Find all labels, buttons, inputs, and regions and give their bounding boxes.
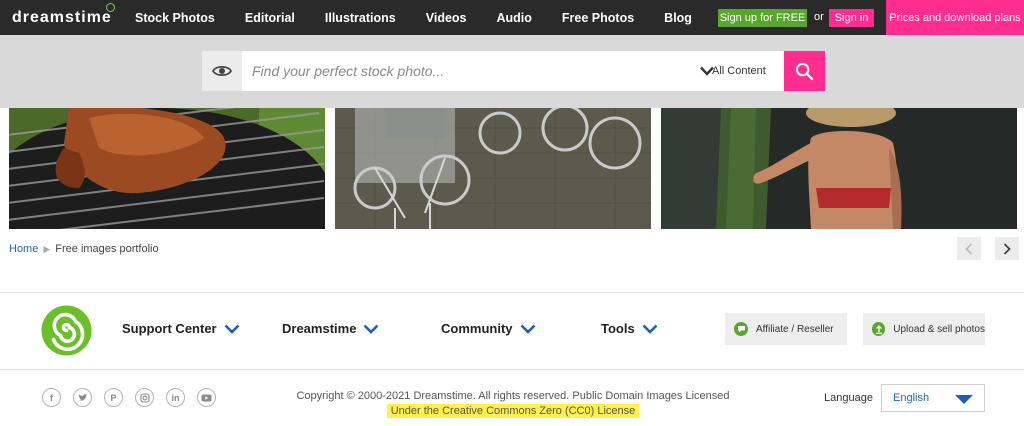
language-label: Language [824,392,873,404]
next-page-button[interactable] [995,237,1019,260]
footer-dreamstime-label: Dreamstime [282,321,357,336]
breadcrumb-current: Free images portfolio [55,243,159,255]
nav-videos[interactable]: Videos [426,11,467,25]
affiliate-reseller-button[interactable]: Affiliate / Reseller [725,313,847,345]
chevron-down-icon [224,324,240,334]
pinterest-icon[interactable]: P [104,388,123,407]
dreamstime-swirl-logo-icon[interactable] [41,305,92,356]
footer-tools-label: Tools [601,321,635,336]
prev-page-button[interactable] [957,237,981,260]
youtube-icon[interactable] [197,388,216,407]
top-nav: dreamstime Stock Photos Editorial Illust… [0,0,1024,35]
twitter-icon[interactable] [73,388,92,407]
search-band: All Content [0,35,1024,108]
photo-wheelchairs-image [335,108,651,229]
logo-mark-icon [106,3,115,12]
photo-roast-chicken-grill-image [9,108,325,229]
nav-stock-photos[interactable]: Stock Photos [135,11,215,25]
eye-icon [212,65,232,77]
copyright-block: Copyright © 2000-2021 Dreamstime. All ri… [240,389,786,418]
photo-wheelchairs[interactable] [335,108,651,229]
breadcrumb-home-link[interactable]: Home [9,243,38,255]
upload-sell-button[interactable]: Upload & sell photos [863,313,985,345]
photo-woman-tree-image [661,108,1017,229]
upload-arrow-icon [872,322,886,336]
nav-blog[interactable]: Blog [664,11,692,25]
photo-strip [0,108,1024,229]
footer-divider-top [0,292,1024,293]
chat-bubble-icon [734,322,748,336]
logo[interactable]: dreamstime [12,9,112,27]
signin-button[interactable]: Sign in [829,9,874,27]
chevron-down-icon [642,324,658,334]
nav-audio[interactable]: Audio [497,11,532,25]
footer-support-center-label: Support Center [122,321,217,336]
footer-tools-dropdown[interactable]: Tools [601,321,658,336]
copyright-text: Copyright © 2000-2021 Dreamstime. All ri… [296,390,730,402]
chevron-down-icon [700,66,714,76]
chevron-right-icon [1003,242,1011,255]
search-button[interactable] [784,51,825,91]
prices-button[interactable]: Prices and download plans [886,0,1024,35]
photo-roast-chicken-grill[interactable] [9,108,325,229]
nav-editorial[interactable]: Editorial [245,11,295,25]
search-input[interactable] [252,51,692,91]
visual-search-button[interactable] [202,51,242,91]
language-value: English [893,392,930,404]
footer-divider-bottom [0,369,1024,370]
social-links: f P in [42,388,228,407]
content-filter-dropdown[interactable]: All Content [698,51,784,91]
search-box: All Content [202,51,784,91]
footer-community-label: Community [441,321,513,336]
facebook-icon[interactable]: f [42,388,61,407]
nav-free-photos[interactable]: Free Photos [562,11,634,25]
search-icon [795,62,814,80]
breadcrumb: Home ▶ Free images portfolio [9,243,159,255]
chevron-down-icon [520,324,535,334]
footer-dreamstime-dropdown[interactable]: Dreamstime [282,321,379,336]
page: dreamstime Stock Photos Editorial Illust… [0,0,1024,426]
chevron-left-icon [965,242,973,255]
instagram-icon[interactable] [135,388,154,407]
upload-sell-label: Upload & sell photos [893,323,985,335]
caret-down-icon [955,395,973,404]
content-filter-label: All Content [712,65,766,77]
language-select[interactable]: English [881,384,985,412]
photo-woman-tree[interactable] [661,108,1017,229]
nav-illustrations[interactable]: Illustrations [325,11,396,25]
or-text: or [814,11,824,23]
affiliate-reseller-label: Affiliate / Reseller [756,323,834,335]
footer-support-center-dropdown[interactable]: Support Center [122,321,240,336]
chevron-down-icon [364,324,379,334]
nav-links: Stock Photos Editorial Illustrations Vid… [135,0,722,35]
footer-community-dropdown[interactable]: Community [441,321,536,336]
license-link[interactable]: Under the Creative Commons Zero (CC0) Li… [386,404,640,418]
signup-button[interactable]: Sign up for FREE [718,9,807,27]
linkedin-icon[interactable]: in [166,388,185,407]
breadcrumb-chevron-right-icon: ▶ [43,243,51,254]
